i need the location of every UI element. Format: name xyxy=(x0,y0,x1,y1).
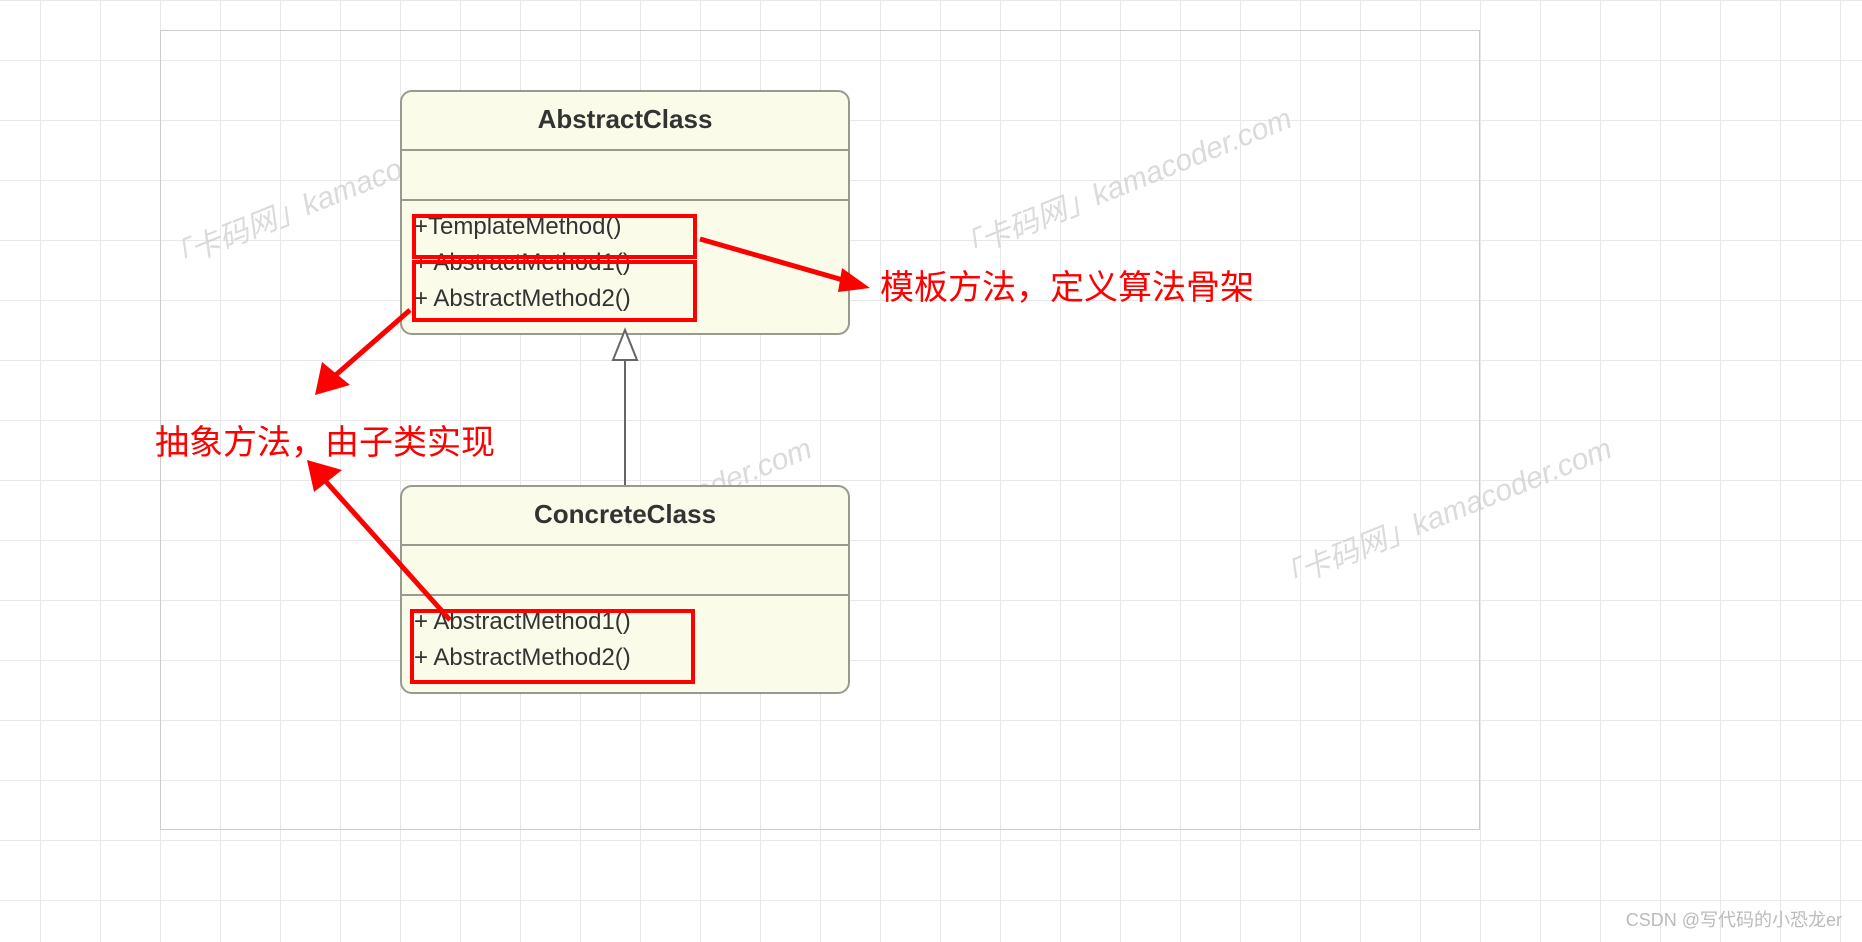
attribution-text: CSDN @写代码的小恐龙er xyxy=(1626,906,1842,932)
annotation-abstract-method: 抽象方法，由子类实现 xyxy=(155,415,495,464)
class-attrs-section xyxy=(402,151,848,201)
class-attrs-section xyxy=(402,546,848,596)
class-name-label: ConcreteClass xyxy=(402,487,848,546)
annotation-template-method: 模板方法，定义算法骨架 xyxy=(880,260,1254,309)
class-name-label: AbstractClass xyxy=(402,92,848,151)
highlight-abstract-methods-parent xyxy=(412,260,697,322)
highlight-abstract-methods-child xyxy=(410,609,695,684)
highlight-template-method xyxy=(412,214,697,259)
